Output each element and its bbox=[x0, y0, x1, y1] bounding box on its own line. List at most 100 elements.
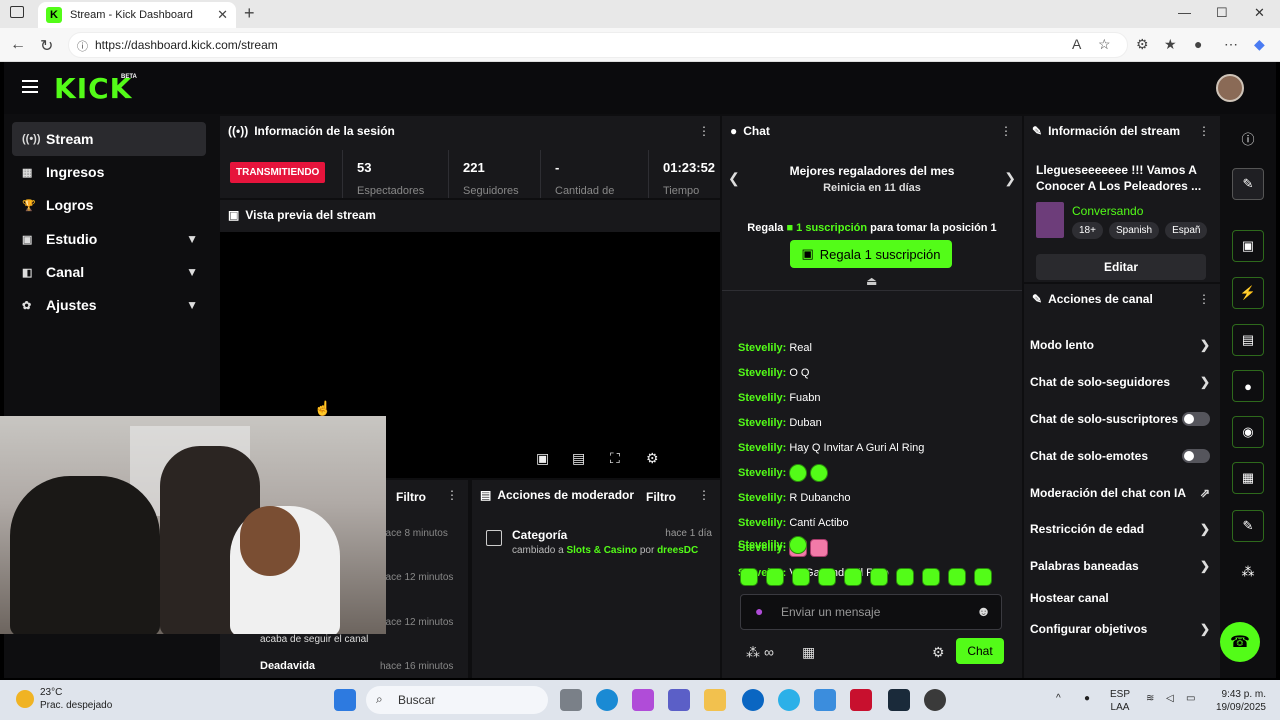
terminal-icon[interactable] bbox=[888, 689, 910, 711]
microphone-icon[interactable]: ● bbox=[1084, 692, 1090, 705]
chat-username[interactable]: Stevelily: bbox=[738, 342, 786, 354]
action-configure-goals[interactable]: Configurar objetivos ❯ bbox=[1030, 622, 1210, 636]
edge-icon[interactable] bbox=[596, 689, 618, 711]
favorites-icon[interactable]: ★ bbox=[1164, 36, 1177, 53]
chat-username[interactable]: Stevelily: bbox=[738, 492, 786, 504]
chat-bubble-icon[interactable]: ● bbox=[1232, 370, 1264, 402]
preview-icon[interactable]: ▣ bbox=[1232, 230, 1264, 262]
action-slow-mode[interactable]: Modo lento ❯ bbox=[1030, 338, 1210, 352]
maximize-icon[interactable]: ☐ bbox=[1216, 5, 1228, 21]
avatar[interactable] bbox=[1216, 74, 1244, 102]
more-options-icon[interactable]: ⋮ bbox=[1198, 292, 1210, 306]
chat-username[interactable]: Stevelily: bbox=[738, 367, 786, 379]
info-icon[interactable]: ⓘ bbox=[1232, 122, 1264, 154]
support-headset-icon[interactable]: ☎ bbox=[1220, 622, 1260, 662]
sidebar-item-estudio[interactable]: ▣ Estudio ▼ bbox=[12, 222, 206, 256]
more-options-icon[interactable]: ⋮ bbox=[446, 488, 458, 502]
layout-icon[interactable]: ▦ bbox=[1232, 462, 1264, 494]
broadcast-icon[interactable]: ◉ bbox=[1232, 416, 1264, 448]
chat-username[interactable]: Stevelily: bbox=[738, 517, 786, 529]
chat-username[interactable]: Stevelily: bbox=[738, 392, 786, 404]
more-menu-icon[interactable]: ⋯ bbox=[1224, 36, 1238, 53]
minimize-icon[interactable]: — bbox=[1178, 5, 1191, 20]
theater-mode-icon[interactable]: ▤ bbox=[572, 450, 585, 467]
favorite-star-icon[interactable]: ☆ bbox=[1098, 36, 1111, 53]
action-ai-moderation[interactable]: Moderación del chat con IA ⇗ bbox=[1030, 486, 1210, 500]
hp-icon[interactable] bbox=[742, 689, 764, 711]
lightning-icon[interactable]: ⚡ bbox=[1232, 277, 1264, 309]
category-link[interactable]: Slots & Casino bbox=[566, 545, 637, 556]
sidebar-item-stream[interactable]: ((•)) Stream bbox=[12, 122, 206, 156]
settings-gear-icon[interactable]: ⚙ bbox=[646, 450, 659, 467]
chevron-right-icon[interactable]: ❯ bbox=[1004, 170, 1016, 187]
more-options-icon[interactable]: ⋮ bbox=[1198, 124, 1210, 138]
sidebar-toggle-icon[interactable] bbox=[10, 6, 24, 18]
chevron-up-icon[interactable]: ^ bbox=[1056, 692, 1061, 705]
profile-icon[interactable]: ● bbox=[1194, 36, 1202, 52]
messenger-icon[interactable] bbox=[778, 689, 800, 711]
more-options-icon[interactable]: ⋮ bbox=[698, 124, 710, 138]
filter-button[interactable]: Filtro bbox=[396, 490, 426, 504]
sidebar-item-logros[interactable]: 🏆 Logros bbox=[12, 188, 206, 222]
action-age-restriction[interactable]: Restricción de edad ❯ bbox=[1030, 522, 1210, 536]
reload-icon[interactable]: ↻ bbox=[40, 36, 53, 56]
pip-icon[interactable]: ▣ bbox=[536, 450, 549, 467]
filter-button[interactable]: Filtro bbox=[646, 490, 676, 504]
nodes-icon[interactable]: ⁂ bbox=[1232, 556, 1264, 588]
obs-icon[interactable] bbox=[924, 689, 946, 711]
store-icon[interactable] bbox=[814, 689, 836, 711]
gift-icon: ▣ bbox=[801, 246, 814, 261]
browser-tab[interactable]: K Stream - Kick Dashboard ✕ bbox=[38, 2, 236, 28]
language-indicator[interactable]: ESP LAA bbox=[1110, 688, 1130, 714]
user-link[interactable]: dreesDC bbox=[657, 545, 698, 556]
teams-icon[interactable] bbox=[668, 689, 690, 711]
mcafee-icon[interactable] bbox=[850, 689, 872, 711]
sidebar-item-ajustes[interactable]: ✿ Ajustes ▼ bbox=[12, 288, 206, 322]
more-options-icon[interactable]: ⋮ bbox=[698, 488, 710, 502]
gift-subscription-button[interactable]: ▣ Regala 1 suscripción bbox=[790, 240, 952, 268]
new-tab-icon[interactable]: + bbox=[244, 3, 255, 24]
chat-username[interactable]: Stevelily: bbox=[738, 542, 786, 554]
volume-icon[interactable]: ◁ bbox=[1166, 692, 1174, 705]
clock[interactable]: 9:43 p. m. 19/09/2025 bbox=[1214, 688, 1266, 714]
subscribers-only-toggle[interactable] bbox=[1182, 412, 1210, 426]
chat-username[interactable]: Stevelily: bbox=[738, 567, 786, 579]
battery-icon[interactable]: ▭ bbox=[1186, 692, 1195, 705]
task-view-icon[interactable] bbox=[560, 689, 582, 711]
action-followers-only[interactable]: Chat de solo-seguidores ❯ bbox=[1030, 375, 1210, 389]
copilot-app-icon[interactable] bbox=[632, 689, 654, 711]
fullscreen-icon[interactable]: ⛶ bbox=[610, 450, 620, 467]
stat-label: Tiempo bbox=[663, 185, 700, 197]
site-info-icon[interactable]: ⓘ bbox=[77, 38, 88, 54]
chat-username[interactable]: Stevelily: bbox=[738, 467, 786, 479]
chevron-left-icon[interactable]: ❮ bbox=[728, 170, 740, 187]
sidebar-item-ingresos[interactable]: ▦ Ingresos bbox=[12, 155, 206, 189]
stream-category[interactable]: Conversando bbox=[1072, 204, 1143, 218]
menu-icon[interactable] bbox=[22, 80, 38, 93]
action-host-channel[interactable]: Hostear canal bbox=[1030, 591, 1210, 605]
back-icon[interactable]: ← bbox=[10, 36, 26, 54]
start-icon[interactable] bbox=[334, 689, 356, 711]
taskbar-search[interactable]: ⌕ Buscar bbox=[366, 686, 548, 714]
lang-bottom: LAA bbox=[1110, 702, 1130, 713]
extensions-icon[interactable]: ⚙ bbox=[1136, 36, 1149, 53]
document-icon[interactable]: ▤ bbox=[1232, 324, 1264, 356]
read-aloud-icon[interactable]: A bbox=[1072, 36, 1081, 52]
emotes-only-toggle[interactable] bbox=[1182, 449, 1210, 463]
sidebar-item-canal[interactable]: ◧ Canal ▼ bbox=[12, 255, 206, 289]
collapse-icon[interactable]: ⏏ bbox=[866, 274, 877, 288]
edit-stream-button[interactable]: Editar bbox=[1036, 254, 1206, 280]
chat-username[interactable]: Stevelily: bbox=[738, 417, 786, 429]
wrench-icon[interactable]: ✎ bbox=[1232, 510, 1264, 542]
action-banned-words[interactable]: Palabras baneadas ❯ bbox=[1030, 559, 1210, 573]
wifi-icon[interactable]: ≋ bbox=[1146, 692, 1154, 705]
chat-username[interactable]: Stevelily: bbox=[738, 442, 786, 454]
copilot-icon[interactable]: ◆ bbox=[1254, 36, 1265, 53]
more-options-icon[interactable]: ⋮ bbox=[1000, 124, 1012, 138]
close-window-icon[interactable]: ✕ bbox=[1254, 5, 1265, 21]
weather-widget[interactable]: 23°C Prac. despejado bbox=[16, 686, 112, 712]
file-explorer-icon[interactable] bbox=[704, 689, 726, 711]
edit-icon[interactable]: ✎ bbox=[1232, 168, 1264, 200]
close-tab-icon[interactable]: ✕ bbox=[217, 7, 228, 23]
url-field[interactable]: ⓘ https://dashboard.kick.com/stream bbox=[68, 32, 1128, 58]
